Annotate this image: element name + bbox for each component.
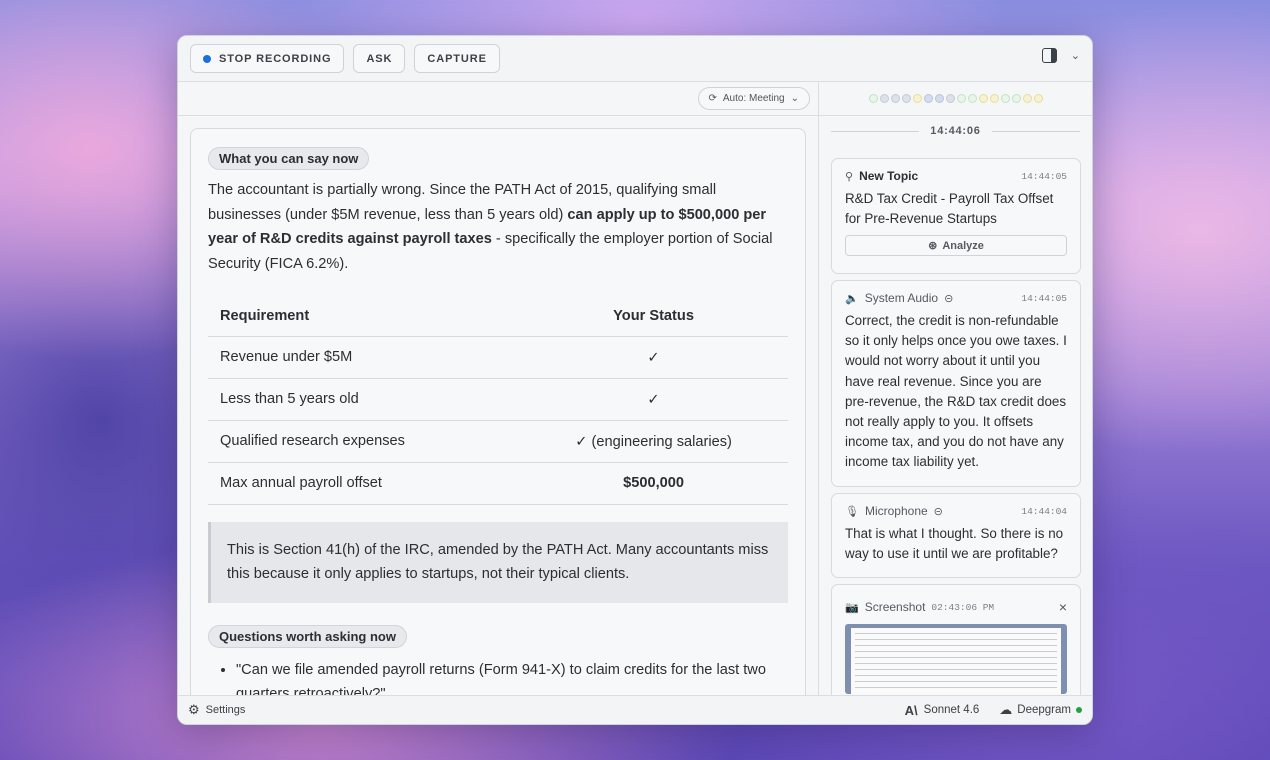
toolbar: STOP RECORDING ASK CAPTURE ⌄	[178, 36, 1092, 82]
table-cell: Qualified research expenses	[208, 420, 520, 463]
level-dot	[901, 94, 911, 103]
camera-icon: 📷	[845, 601, 859, 614]
level-dot	[912, 94, 922, 103]
refresh-icon: ⟳	[708, 93, 717, 104]
level-dot	[934, 94, 944, 103]
status-check-icon: ⊝	[944, 292, 954, 305]
table-cell: ✓	[519, 378, 788, 421]
screenshot-label: Screenshot	[864, 600, 926, 614]
level-dot	[956, 94, 966, 103]
requirements-table: Requirement Your Status Revenue under $5…	[208, 296, 788, 505]
level-dot	[879, 94, 889, 103]
recording-indicator-icon	[203, 54, 211, 63]
section-chip-say-now: What you can say now	[208, 147, 370, 170]
level-dot	[978, 94, 988, 103]
table-cell: Less than 5 years old	[208, 378, 520, 421]
table-header: Your Status	[519, 296, 788, 337]
timestamp: 14:44:05	[1021, 292, 1067, 304]
microphone-transcript: That is what I thought. So there is no w…	[845, 526, 1064, 562]
level-dot	[989, 94, 999, 103]
analyze-icon: ⊛	[928, 240, 938, 253]
system-audio-transcript: Correct, the credit is non-refundable so…	[845, 313, 1067, 470]
table-row: Max annual payroll offset $500,000	[208, 462, 788, 505]
cloud-icon: ☁	[999, 702, 1013, 717]
gear-icon: ⚙	[188, 702, 200, 717]
pin-icon: ⚲	[845, 170, 854, 183]
connected-status-icon	[1076, 707, 1082, 713]
app-window: STOP RECORDING ASK CAPTURE ⌄ ⟳ Auto: Mee…	[177, 35, 1093, 725]
level-dot	[890, 94, 900, 103]
level-dot	[923, 94, 933, 103]
toggle-sidebar-icon[interactable]	[1041, 48, 1057, 63]
level-dot	[945, 94, 955, 103]
level-dot	[868, 94, 878, 103]
table-row: Qualified research expenses ✓ (engineeri…	[208, 420, 788, 463]
stop-recording-label: STOP RECORDING	[219, 52, 332, 65]
level-dot	[967, 94, 977, 103]
mode-selector[interactable]: ⟳ Auto: Meeting ⌄	[697, 87, 810, 110]
status-bar: ⚙ Settings A\ Sonnet 4.6 ☁ Deepgram	[178, 695, 1092, 724]
capture-button[interactable]: CAPTURE	[414, 44, 500, 73]
timestamp: 14:44:05	[1021, 170, 1067, 182]
topic-label: New Topic	[859, 169, 919, 183]
table-header: Requirement	[208, 296, 520, 337]
timeline-pane: 14:44:06 ⚲ New Topic 14:44:05 R&D Tax Cr…	[819, 82, 1092, 695]
table-cell: ✓	[519, 336, 788, 379]
suggestion-paragraph: The accountant is partially wrong. Since…	[208, 182, 773, 272]
blockquote-note: This is Section 41(h) of the IRC, amende…	[208, 521, 788, 603]
model-label: Sonnet 4.6	[923, 704, 980, 716]
time-divider: 14:44:06	[819, 116, 1092, 146]
analyze-button[interactable]: ⊛ Analyze	[845, 235, 1067, 257]
divider-time: 14:44:06	[930, 125, 981, 137]
system-audio-card: 🔈 System Audio ⊝ 14:44:05 Correct, the c…	[831, 280, 1081, 487]
close-icon[interactable]: ×	[1059, 599, 1067, 615]
screenshot-card: 📷 Screenshot 02:43:06 PM ×	[831, 584, 1081, 695]
analyze-label: Analyze	[942, 239, 984, 252]
level-dot	[1011, 94, 1021, 103]
topic-card: ⚲ New Topic 14:44:05 R&D Tax Credit - Pa…	[831, 158, 1081, 274]
spreadsheet-preview	[851, 628, 1061, 694]
table-cell: $500,000	[519, 462, 788, 505]
timestamp: 02:43:06 PM	[931, 601, 995, 613]
level-dot	[1000, 94, 1010, 103]
suggestion-card: What you can say now The accountant is p…	[190, 128, 806, 724]
microphone-label: Microphone	[864, 504, 928, 518]
table-row: Less than 5 years old ✓	[208, 378, 788, 421]
status-check-icon: ⊝	[933, 505, 943, 518]
anthropic-logo-icon: A\	[904, 702, 918, 718]
table-row: Revenue under $5M ✓	[208, 336, 788, 379]
table-cell: ✓ (engineering salaries)	[519, 420, 788, 463]
system-audio-label: System Audio	[864, 291, 939, 305]
audio-level-indicator	[819, 82, 1092, 116]
transcriber-label: Deepgram	[1017, 704, 1071, 716]
microphone-card: 🎙 Microphone ⊝ 14:44:04 That is what I t…	[831, 493, 1081, 578]
settings-label: Settings	[205, 704, 246, 716]
transcriber-status[interactable]: ☁ Deepgram	[999, 702, 1082, 718]
screenshot-thumbnail[interactable]	[845, 624, 1067, 694]
chevron-down-icon[interactable]: ⌄	[1071, 49, 1080, 62]
level-dot	[1022, 94, 1032, 103]
assistant-pane: ⟳ Auto: Meeting ⌄ What you can say now T…	[178, 82, 819, 724]
topic-title: R&D Tax Credit - Payroll Tax Offset for …	[845, 191, 1054, 227]
timestamp: 14:44:04	[1021, 505, 1067, 517]
ask-button[interactable]: ASK	[353, 44, 406, 73]
speaker-icon: 🔈	[845, 292, 859, 305]
chevron-down-icon: ⌄	[790, 93, 799, 104]
level-dot	[1033, 94, 1043, 103]
microphone-icon: 🎙	[845, 505, 859, 518]
stop-recording-button[interactable]: STOP RECORDING	[190, 44, 345, 73]
mode-selector-label: Auto: Meeting	[722, 93, 785, 104]
assistant-pane-header: ⟳ Auto: Meeting ⌄	[178, 82, 818, 116]
table-cell: Revenue under $5M	[208, 336, 520, 379]
table-cell: Max annual payroll offset	[208, 462, 520, 505]
section-chip-questions: Questions worth asking now	[208, 624, 407, 648]
model-selector[interactable]: A\ Sonnet 4.6	[905, 703, 980, 718]
settings-button[interactable]: ⚙ Settings	[188, 702, 245, 718]
